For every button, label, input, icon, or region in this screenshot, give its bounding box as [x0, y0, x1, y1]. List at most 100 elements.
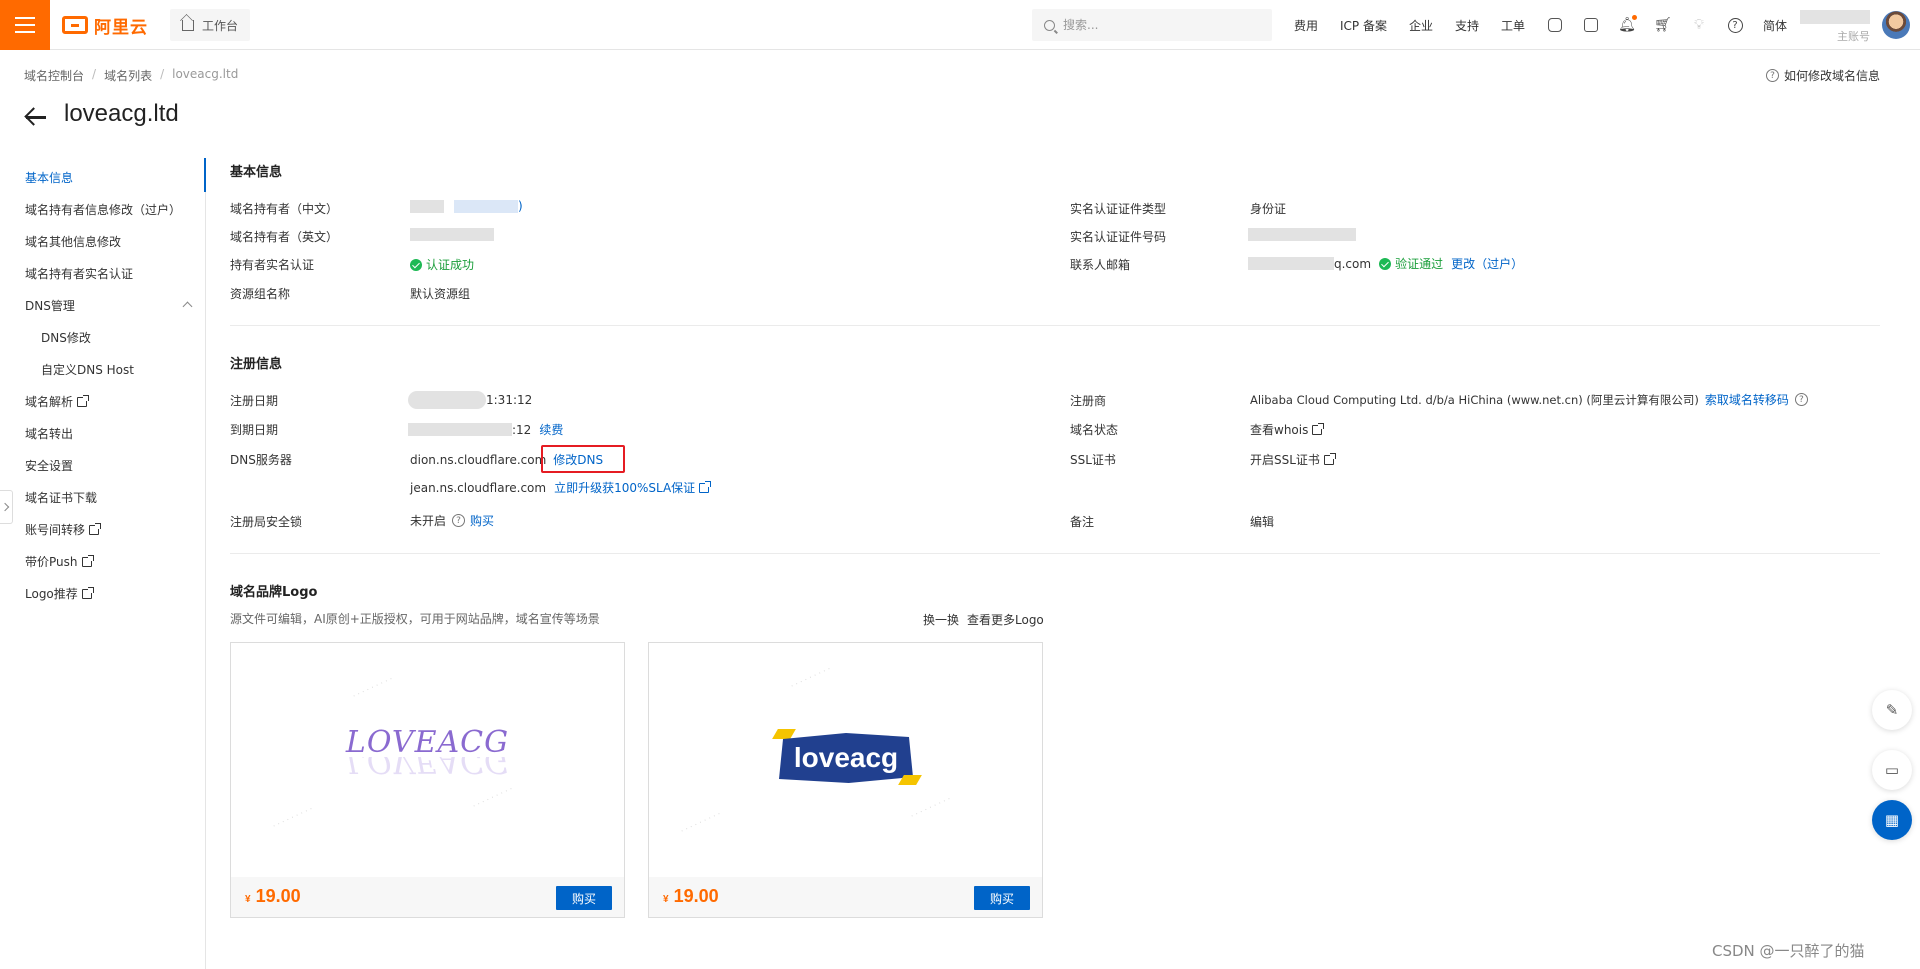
price-value: 19.00	[255, 886, 301, 906]
buy-button[interactable]: 购买	[556, 886, 612, 910]
ssl-open-link[interactable]: 开启SSL证书	[1250, 451, 1336, 468]
sidebar-item-other-info[interactable]: 域名其他信息修改	[25, 233, 121, 250]
whois-link[interactable]: 查看whois	[1250, 421, 1325, 438]
nav-billing[interactable]: 费用	[1294, 17, 1318, 34]
breadcrumb: 域名控制台 / 域名列表 / loveacg.ltd	[24, 67, 239, 84]
renew-link[interactable]: 续费	[539, 421, 563, 438]
breadcrumb-domain-list[interactable]: 域名列表	[104, 67, 152, 84]
lock-status: 未开启	[410, 514, 447, 528]
dns-server-2-value: jean.ns.cloudflare.com	[410, 480, 547, 495]
logo-badge-loveacg: loveacg	[779, 733, 913, 783]
aliyun-logo-mark	[62, 16, 88, 34]
sidebar-item-transfer-out[interactable]: 域名转出	[25, 425, 73, 442]
cert-no-value	[1248, 228, 1356, 241]
verify-label: 持有者实名认证	[230, 258, 315, 272]
redacted-text	[1248, 228, 1356, 241]
avatar[interactable]	[1882, 11, 1910, 39]
sidebar-item-basic-info[interactable]: 基本信息	[25, 169, 73, 186]
nav-ticket[interactable]: 工单	[1501, 17, 1525, 34]
sidebar-item-account-transfer[interactable]: 账号间转移	[25, 521, 102, 538]
csdn-watermark: CSDN @一只醉了的猫	[1712, 942, 1865, 960]
cart-icon[interactable]: 🛒︎	[1654, 17, 1672, 33]
bell-icon[interactable]: 🔔︎	[1618, 15, 1638, 33]
sidebar-item-label: Logo推荐	[25, 587, 78, 601]
logo-price: ¥19.00	[245, 886, 301, 907]
user-name-redacted	[1800, 10, 1870, 24]
cert-no-label: 实名认证证件号码	[1070, 230, 1167, 244]
breadcrumb-current: loveacg.ltd	[172, 67, 239, 81]
sidebar-item-dns-management[interactable]: DNS管理	[25, 297, 75, 314]
top-navbar: 阿里云 工作台 费用 ICP 备案 企业 支持 工单 🔔︎ 🛒︎ 💡︎ ? 简体…	[0, 0, 1920, 50]
sidebar-expand-handle[interactable]	[0, 490, 13, 524]
holder-cn-suffix: )	[518, 199, 523, 213]
swap-logo-link[interactable]: 换一换	[923, 611, 959, 628]
help-icon[interactable]: ?	[1727, 17, 1743, 33]
lock-buy-link[interactable]: 购买	[470, 512, 494, 529]
redacted-text	[408, 423, 512, 436]
more-logo-link[interactable]: 查看更多Logo	[967, 611, 1044, 628]
bulb-icon[interactable]: 💡︎	[1691, 17, 1707, 33]
sidebar-item-price-push[interactable]: 带价Push	[25, 553, 94, 570]
help-link[interactable]: ? 如何修改域名信息	[1765, 67, 1880, 84]
search-input[interactable]	[1063, 18, 1253, 32]
sidebar-item-dns-resolve[interactable]: 域名解析	[25, 393, 90, 410]
aliyun-logo[interactable]: 阿里云	[62, 13, 148, 38]
sla-upgrade-link[interactable]: 立即升级获100%SLA保证	[554, 479, 712, 496]
nav-enterprise[interactable]: 企业	[1409, 17, 1433, 34]
question-icon[interactable]: ?	[1794, 393, 1808, 406]
sidebar-item-dns-modify[interactable]: DNS修改	[41, 329, 91, 346]
dns-server-1-value: dion.ns.cloudflare.com	[410, 452, 547, 467]
breadcrumb-console[interactable]: 域名控制台	[24, 67, 84, 84]
external-link-icon	[81, 586, 94, 599]
language-switch[interactable]: 简体	[1763, 17, 1787, 34]
logo-section-title: 域名品牌Logo	[230, 585, 318, 600]
sidebar-item-security[interactable]: 安全设置	[25, 457, 73, 474]
nav-icp[interactable]: ICP 备案	[1340, 17, 1387, 34]
logo-preview: · · · · · · · · · · · · · · · · · · · · …	[679, 664, 953, 836]
sidebar-item-real-name[interactable]: 域名持有者实名认证	[25, 265, 133, 282]
menu-icon[interactable]	[0, 0, 50, 50]
sidebar-item-label: 带价Push	[25, 555, 78, 569]
external-link-icon	[1312, 422, 1325, 435]
verify-status: 认证成功	[410, 256, 474, 273]
logo-section-desc: 源文件可编辑，AI原创+正版授权，可用于网站品牌，域名宣传等场景	[230, 612, 600, 626]
sidebar-item-cert-download[interactable]: 域名证书下载	[25, 489, 97, 506]
cert-type-value: 身份证	[1250, 202, 1287, 216]
group-label: 资源组名称	[230, 287, 291, 301]
holder-en-value	[410, 228, 494, 241]
transfer-code-link[interactable]: 索取域名转移码	[1705, 391, 1789, 408]
chevron-up-icon[interactable]	[182, 301, 193, 312]
logo-card[interactable]: · · · · · · · · · · · · · · · · · · · · …	[648, 642, 1043, 918]
email-label: 联系人邮箱	[1070, 258, 1131, 272]
email-status: 验证通过	[1395, 257, 1444, 271]
nav-support[interactable]: 支持	[1455, 17, 1479, 34]
check-circle-icon	[1379, 257, 1392, 270]
terminal-icon[interactable]	[1583, 17, 1599, 33]
code-icon[interactable]	[1547, 17, 1563, 33]
cert-type-label: 实名认证证件类型	[1070, 202, 1167, 216]
logo-card[interactable]: · · · · · · · · · · · · · · · · · · · · …	[230, 642, 625, 918]
redacted-text	[408, 391, 486, 409]
currency-symbol: ¥	[663, 894, 669, 905]
exp-date-suffix: :12	[512, 422, 532, 437]
chat-icon[interactable]: ▭	[1872, 750, 1912, 790]
question-icon: ?	[1765, 69, 1779, 82]
edit-feedback-icon[interactable]: ✎	[1872, 690, 1912, 730]
sidebar-item-label: 账号间转移	[25, 523, 86, 537]
email-change-link[interactable]: 更改（过户）	[1451, 255, 1523, 272]
sidebar-item-label: 域名解析	[25, 395, 74, 409]
apps-grid-icon[interactable]: ▦	[1872, 800, 1912, 840]
user-account[interactable]: 主账号	[1800, 8, 1870, 43]
sidebar-item-custom-dns-host[interactable]: 自定义DNS Host	[41, 361, 134, 378]
external-link-icon	[89, 522, 102, 535]
logo-price: ¥19.00	[663, 886, 719, 907]
sidebar-item-logo-recommend[interactable]: Logo推荐	[25, 585, 94, 602]
buy-button[interactable]: 购买	[974, 886, 1030, 910]
remark-edit-link[interactable]: 编辑	[1250, 513, 1274, 530]
workbench-button[interactable]: 工作台	[170, 9, 251, 41]
search-box[interactable]	[1032, 9, 1272, 41]
question-icon[interactable]: ?	[452, 514, 466, 527]
back-arrow-icon[interactable]	[24, 107, 48, 127]
section-divider	[230, 325, 1880, 326]
sidebar-item-holder-transfer[interactable]: 域名持有者信息修改（过户）	[25, 201, 181, 218]
